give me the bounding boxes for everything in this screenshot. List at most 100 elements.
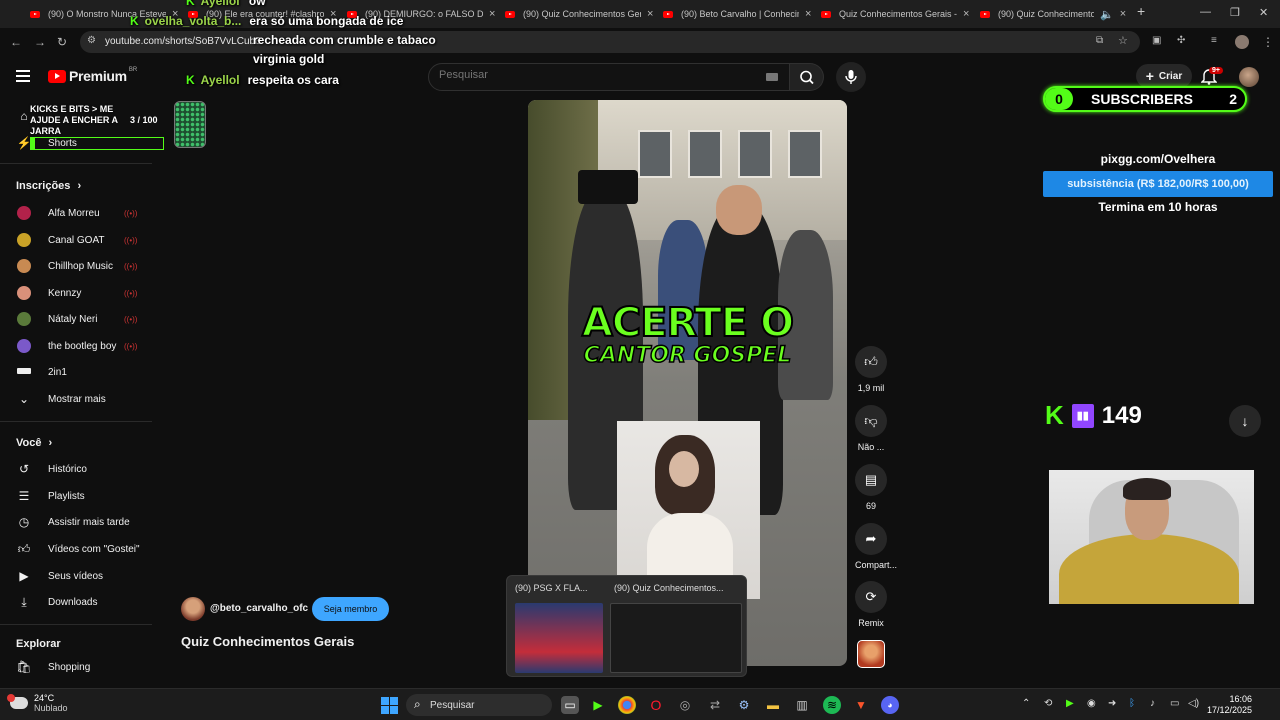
install-app-icon[interactable]: ⧉ bbox=[1096, 35, 1103, 46]
sound-source-avatar[interactable] bbox=[857, 640, 885, 668]
account-avatar[interactable] bbox=[1239, 67, 1259, 87]
file-explorer-icon[interactable]: ▬ bbox=[764, 696, 782, 714]
create-button[interactable]: + Criar bbox=[1136, 64, 1192, 88]
channel-handle[interactable]: @beto_carvalho_ofc bbox=[210, 603, 308, 614]
live-indicator-icon: ((•)) bbox=[124, 314, 138, 324]
speaker-icon[interactable]: 🔈 bbox=[1100, 8, 1114, 21]
browser-tab[interactable]: (90) Beto Carvalho | Conhecime × bbox=[663, 4, 811, 24]
share-button[interactable]: ➦ Compart... bbox=[855, 523, 897, 570]
spotify-icon[interactable]: ≋ bbox=[823, 696, 841, 714]
voice-search-button[interactable] bbox=[836, 62, 866, 92]
you-heading[interactable]: Você › bbox=[16, 437, 52, 449]
browser-tab[interactable]: Quiz Conhecimentos Gerais - Y × bbox=[821, 4, 969, 24]
windows-taskbar: 24°CNublado Pesquisar ▭ ▶ O ◎ ⇄ ⚙ ▬ ▥ ≋ … bbox=[0, 688, 1280, 720]
steam-icon[interactable]: ⚙ bbox=[735, 696, 753, 714]
like-button[interactable]: 👍︎ 1,9 mil bbox=[855, 346, 887, 393]
kick-badge-icon: K bbox=[186, 0, 195, 8]
video-singer-photo bbox=[617, 421, 760, 599]
profile-avatar-icon[interactable] bbox=[1235, 35, 1249, 49]
sidebar-item-downloads[interactable]: ⤓ Downloads bbox=[0, 590, 152, 614]
extension-icon[interactable]: ▣ bbox=[1152, 35, 1161, 46]
obs-icon[interactable]: ◎ bbox=[676, 696, 694, 714]
opera-icon[interactable]: O bbox=[647, 696, 665, 714]
reload-icon[interactable]: ↻ bbox=[57, 35, 67, 49]
sidebar-item-channel[interactable]: the bootleg boy ((•)) bbox=[0, 334, 152, 358]
live-indicator-icon: ((•)) bbox=[124, 208, 138, 218]
youtube-premium-logo[interactable]: Premium BR bbox=[48, 67, 137, 84]
microphone-tray-icon[interactable]: ♪ bbox=[1150, 698, 1155, 709]
search-input[interactable] bbox=[439, 69, 739, 81]
sidebar-item-channel[interactable]: Canal GOAT ((•)) bbox=[0, 228, 152, 252]
comments-button[interactable]: ▤ 69 bbox=[855, 464, 887, 511]
sidebar-item-your-videos[interactable]: ▶ Seus vídeos bbox=[0, 564, 152, 588]
channel-avatar[interactable] bbox=[181, 597, 205, 621]
preview-window[interactable]: (90) Quiz Conhecimentos... bbox=[608, 576, 742, 676]
chat-message: K Ayellol respeita os cara bbox=[186, 73, 339, 87]
browser-tab[interactable]: (90) Quiz Conhecimentos Gerais × bbox=[505, 4, 653, 24]
close-window-icon[interactable]: ✕ bbox=[1259, 6, 1268, 19]
search-box[interactable] bbox=[428, 63, 790, 91]
sidebar-item-channel[interactable]: 2in1 bbox=[0, 360, 152, 384]
maximize-icon[interactable]: ❐ bbox=[1230, 6, 1240, 19]
close-tab-icon[interactable]: × bbox=[963, 8, 969, 20]
remix-button[interactable]: ⟳ Remix bbox=[855, 581, 887, 628]
browser-menu-icon[interactable]: ⋮ bbox=[1262, 35, 1274, 49]
tray-app-icon[interactable]: ➜ bbox=[1108, 698, 1116, 709]
forward-icon[interactable]: → bbox=[34, 35, 46, 49]
sidebar-item-shopping[interactable]: 🛍︎ Shopping bbox=[0, 655, 152, 679]
search-button[interactable] bbox=[790, 63, 824, 91]
sidebar-item-channel[interactable]: Nátaly Neri ((•)) bbox=[0, 307, 152, 331]
weather-widget[interactable]: 24°C Nublado bbox=[7, 693, 68, 713]
tray-kick-icon[interactable]: ▶ bbox=[1066, 698, 1074, 709]
network-icon[interactable]: ▭ bbox=[1170, 698, 1179, 709]
close-tab-icon[interactable]: × bbox=[489, 8, 495, 20]
channel-avatar bbox=[17, 206, 31, 220]
sidebar-item-liked-videos[interactable]: 👍︎ Vídeos com "Gostei" bbox=[0, 537, 152, 561]
kick-app-icon[interactable]: ▶ bbox=[589, 696, 607, 714]
taskbar-clock[interactable]: 16:06 17/12/2025 bbox=[1198, 694, 1252, 716]
back-icon[interactable]: ← bbox=[10, 35, 22, 49]
app-icon[interactable]: ▥ bbox=[793, 696, 811, 714]
next-short-button[interactable]: ↓ bbox=[1229, 405, 1261, 437]
subscriptions-heading[interactable]: Inscrições › bbox=[16, 180, 81, 192]
browser-tab-active[interactable]: (90) Quiz Conhecimentos G🔈× bbox=[980, 4, 1126, 24]
sidebar-item-playlists[interactable]: ☰ Playlists bbox=[0, 484, 152, 508]
short-title[interactable]: Quiz Conhecimentos Gerais bbox=[181, 634, 354, 649]
chrome-icon[interactable] bbox=[618, 696, 636, 714]
tray-app-icon[interactable]: ◉ bbox=[1087, 698, 1096, 709]
sidebar-divider bbox=[0, 421, 152, 422]
close-tab-icon[interactable]: × bbox=[805, 8, 811, 20]
discord-icon[interactable]: ◕ bbox=[881, 696, 899, 714]
minimize-icon[interactable]: — bbox=[1200, 6, 1211, 18]
sidebar-item-channel[interactable]: Kennzy ((•)) bbox=[0, 281, 152, 305]
channel-avatar bbox=[17, 339, 31, 353]
dislike-button[interactable]: 👎︎ Não ... bbox=[855, 405, 887, 452]
close-tab-icon[interactable]: × bbox=[1120, 8, 1126, 20]
tray-app-icon[interactable]: ⟲ bbox=[1044, 698, 1052, 709]
omnibox[interactable]: ⚙ youtube.com/shorts/SoB7VvLCub8 ⧉ ☆ bbox=[80, 31, 1140, 53]
sidebar-item-watch-later[interactable]: ◷ Assistir mais tarde bbox=[0, 510, 152, 534]
keyboard-icon[interactable] bbox=[766, 73, 778, 81]
join-membership-button[interactable]: Seja membro bbox=[312, 597, 389, 621]
hamburger-menu-icon[interactable] bbox=[16, 70, 30, 85]
task-view-icon[interactable]: ▭ bbox=[561, 696, 579, 714]
windows-start-icon[interactable] bbox=[381, 697, 398, 714]
viewer-count-overlay: K ▮▮ 149 bbox=[1045, 400, 1142, 430]
media-controls-icon[interactable]: ≡ bbox=[1211, 35, 1217, 46]
sidebar-item-history[interactable]: ↺ Histórico bbox=[0, 457, 152, 481]
url-text[interactable]: youtube.com/shorts/SoB7VvLCub8 bbox=[105, 36, 261, 47]
close-tab-icon[interactable]: × bbox=[647, 8, 653, 20]
new-tab-icon[interactable]: + bbox=[1137, 3, 1145, 19]
live-indicator-icon: ((•)) bbox=[124, 235, 138, 245]
extensions-puzzle-icon[interactable]: ✣ bbox=[1177, 35, 1185, 46]
bluetooth-icon[interactable]: ᛒ bbox=[1129, 698, 1135, 709]
brave-icon[interactable]: ▼ bbox=[852, 696, 870, 714]
site-info-icon[interactable]: ⚙ bbox=[87, 35, 96, 46]
show-more-button[interactable]: ⌄ Mostrar mais bbox=[0, 387, 152, 411]
app-icon[interactable]: ⇄ bbox=[706, 696, 724, 714]
sidebar-item-channel[interactable]: Chillhop Music ((•)) bbox=[0, 254, 152, 278]
sidebar-item-channel[interactable]: Alfa Morreu ((•)) bbox=[0, 201, 152, 225]
show-hidden-icons-icon[interactable]: ⌃ bbox=[1022, 698, 1030, 709]
taskbar-search[interactable]: Pesquisar bbox=[406, 694, 552, 716]
bookmark-star-icon[interactable]: ☆ bbox=[1118, 34, 1128, 47]
